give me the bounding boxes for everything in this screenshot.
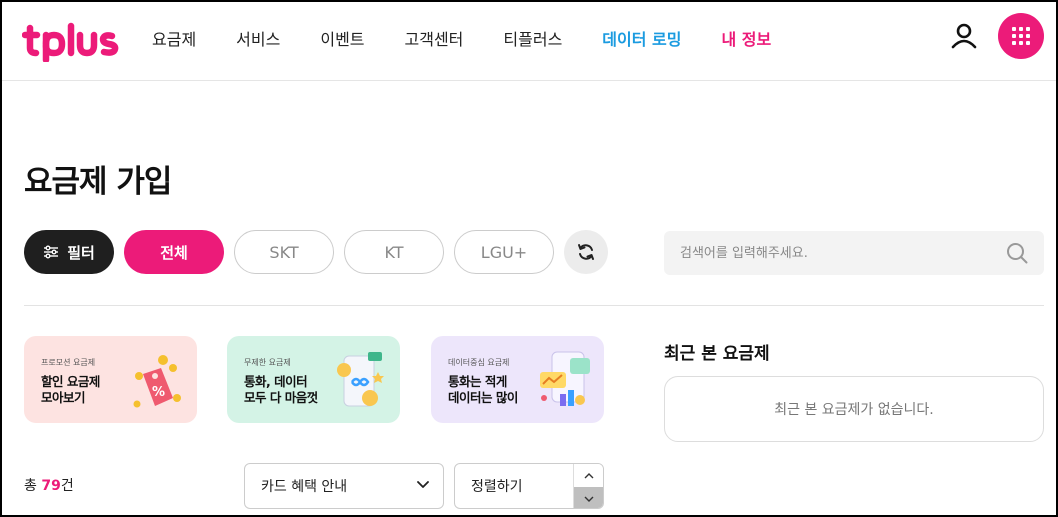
nav-tplus[interactable]: 티플러스 [503,28,562,52]
sliders-icon [44,245,59,259]
sort-select[interactable]: 정렬하기 [454,463,604,509]
recent-plans-empty: 최근 본 요금제가 없습니다. [664,376,1044,442]
chevron-up-icon [584,472,594,478]
nav-customer-center[interactable]: 고객센터 [405,28,464,52]
banner-data-plans[interactable]: 데이터중심 요금제 통화는 적게 데이터는 많이 [431,336,604,423]
user-icon[interactable] [948,20,980,52]
banner-discount-plans[interactable]: 프로모션 요금제 할인 요금제 모아보기 % [24,336,197,423]
header: 요금제 서비스 이벤트 고객센터 티플러스 데이터 로밍 내 정보 [2,2,1056,81]
nav-plans[interactable]: 요금제 [152,28,196,52]
recent-empty-message: 최근 본 요금제가 없습니다. [774,402,934,418]
total-count: 총 79건 [24,475,74,495]
total-suffix: 건 [60,478,74,494]
chevron-down-icon [417,481,429,488]
nav-events[interactable]: 이벤트 [320,28,364,52]
page: 요금제 서비스 이벤트 고객센터 티플러스 데이터 로밍 내 정보 요금제 가입… [0,0,1058,517]
refresh-button[interactable] [564,230,608,274]
carrier-tab-kt[interactable]: KT [344,230,444,274]
all-menu-button[interactable] [998,13,1044,59]
total-number: 79 [41,478,61,494]
nav-data-roaming[interactable]: 데이터 로밍 [602,28,681,52]
nav-my-info[interactable]: 내 정보 [721,28,771,52]
nav-services[interactable]: 서비스 [236,28,280,52]
svg-text:%: % [152,385,165,400]
data-chart-icon [540,351,590,406]
search-input[interactable] [664,231,994,275]
unlimited-phone-icon [337,352,384,407]
banner-subtitle: 데이터중심 요금제 [448,358,510,367]
sort-spinner [573,464,603,508]
divider [24,305,1044,306]
banner-subtitle: 무제한 요금제 [244,358,291,367]
page-title: 요금제 가입 [24,164,172,200]
card-benefit-select[interactable]: 카드 혜택 안내 [244,463,444,509]
banner-subtitle: 프로모션 요금제 [41,358,96,367]
spin-up-button[interactable] [574,464,603,487]
banner-unlimited-plans[interactable]: 무제한 요금제 통화, 데이터 모두 다 마음껏 [227,336,400,423]
filter-label: 필터 [67,243,95,262]
recent-plans-title: 최근 본 요금제 [664,344,770,364]
banner-title-line2: 데이터는 많이 [448,390,518,405]
chevron-down-icon [584,496,594,502]
card-benefit-select-value: 카드 혜택 안내 [261,479,348,495]
refresh-icon [578,244,594,260]
banner-title-line2: 모아보기 [41,390,86,405]
spin-down-button[interactable] [574,487,603,508]
carrier-tab-all[interactable]: 전체 [124,230,224,274]
search-icon[interactable] [1006,242,1028,264]
discount-tag-icon: % [133,355,181,408]
total-prefix: 총 [24,478,42,494]
sort-select-value: 정렬하기 [471,479,523,495]
filter-button[interactable]: 필터 [24,230,114,274]
main-nav: 요금제 서비스 이벤트 고객센터 티플러스 데이터 로밍 내 정보 [152,28,811,52]
plan-search [664,231,1044,275]
carrier-tab-skt[interactable]: SKT [234,230,334,274]
banner-title-line2: 모두 다 마음껏 [244,390,318,405]
carrier-tab-lgu[interactable]: LGU+ [454,230,554,274]
grid-icon [1012,27,1030,45]
tplus-logo[interactable] [21,18,124,64]
